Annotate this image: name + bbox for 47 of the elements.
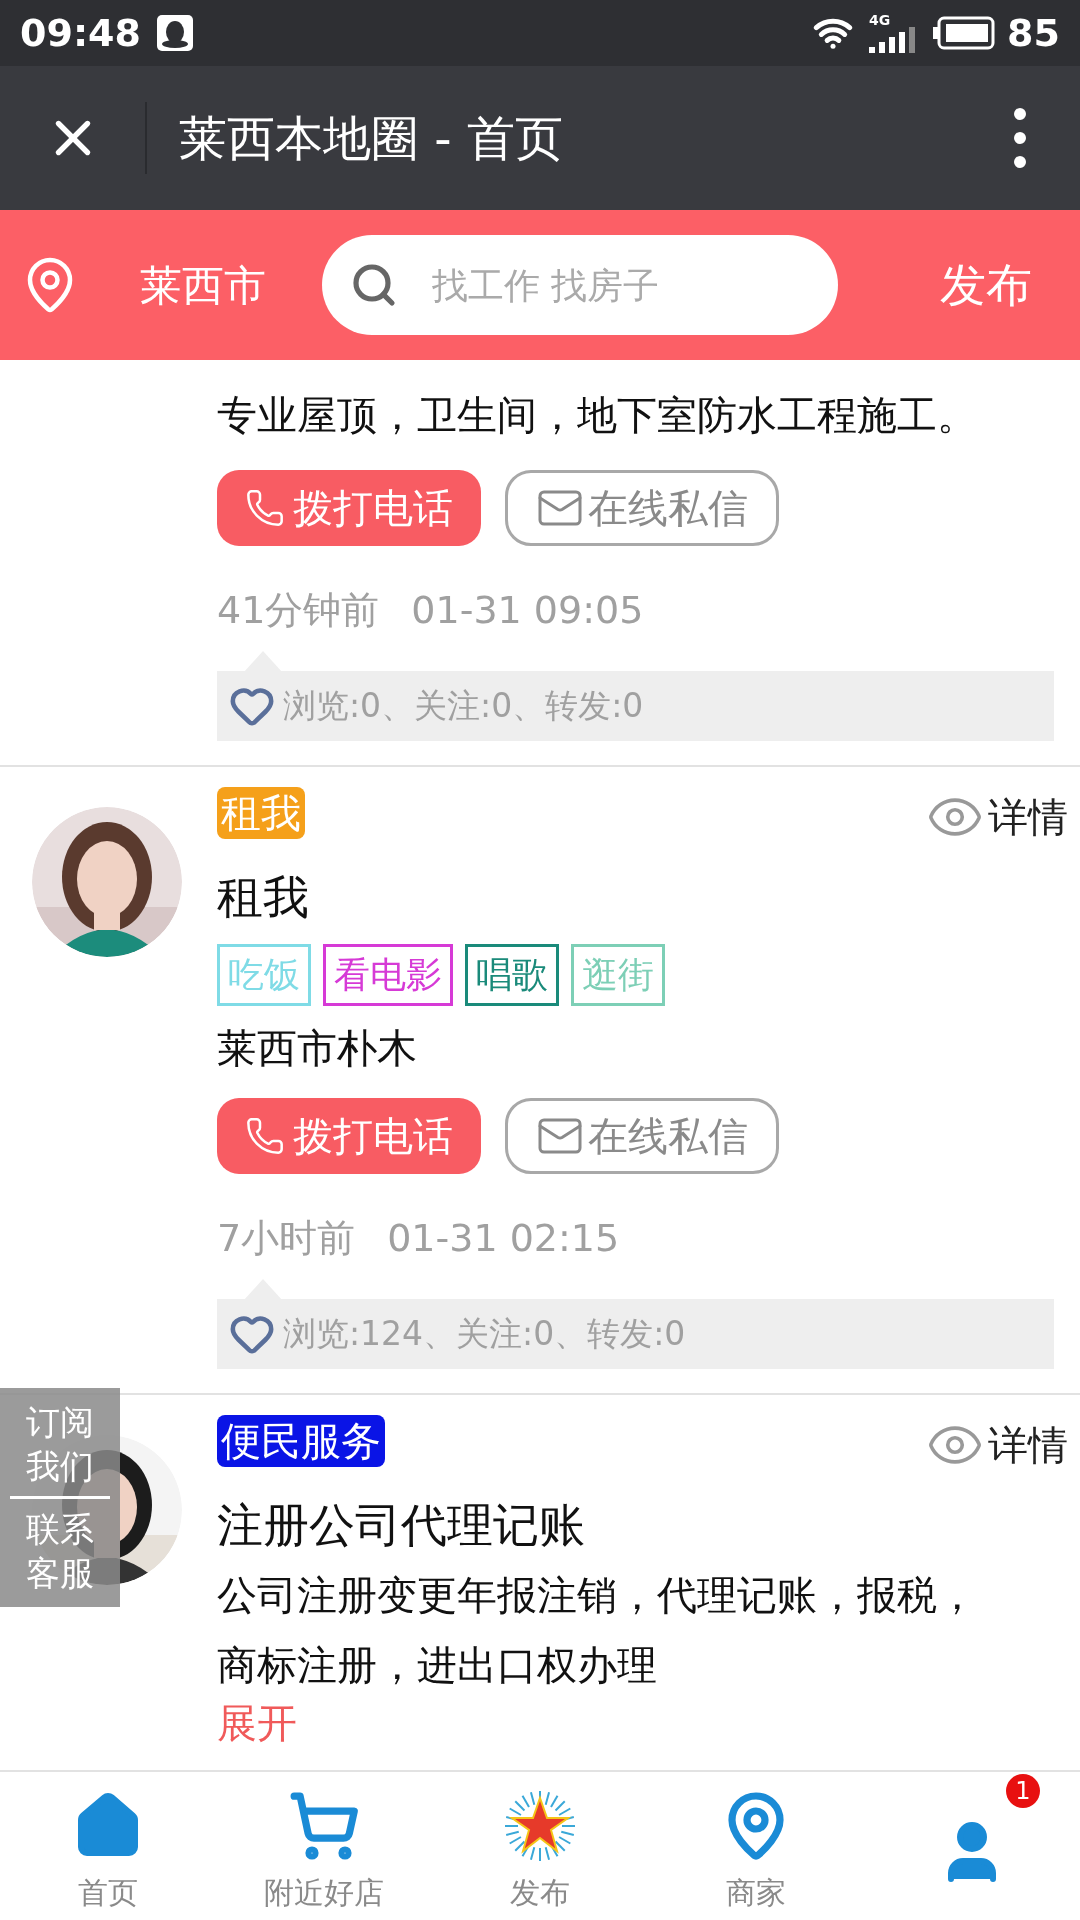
interest-tag: 唱歌 bbox=[465, 944, 559, 1006]
category-tag: 租我 bbox=[217, 787, 305, 839]
call-button[interactable]: 拨打电话 bbox=[217, 470, 481, 546]
post-date: 01-31 02:15 bbox=[387, 1215, 620, 1262]
post-age: 7小时前 bbox=[217, 1215, 356, 1262]
post-title: 注册公司代理记账 bbox=[217, 1497, 586, 1554]
notification-icon bbox=[156, 15, 193, 51]
phone-icon bbox=[245, 488, 285, 528]
post-age: 41分钟前 bbox=[217, 587, 380, 634]
phone-icon bbox=[245, 1116, 285, 1156]
city-selector[interactable]: 莱西市 bbox=[140, 253, 266, 317]
post-date: 01-31 09:05 bbox=[411, 587, 644, 634]
more-icon bbox=[1013, 107, 1027, 169]
contact-link[interactable]: 联系客服 bbox=[26, 1507, 94, 1595]
star-icon bbox=[504, 1789, 576, 1862]
nav-tab[interactable]: 附近好店 bbox=[216, 1772, 432, 1920]
post-description: 专业屋顶，卫生间，地下室防水工程施工。 bbox=[217, 391, 978, 440]
details-link[interactable]: 详情 bbox=[926, 787, 1068, 847]
post-description: 公司注册变更年报注销，代理记账，报税，商标注册，进出口权办理 bbox=[217, 1571, 978, 1690]
message-button[interactable]: 在线私信 bbox=[505, 1098, 779, 1174]
nav-tab[interactable]: 商家 bbox=[648, 1772, 864, 1920]
clock: 09:48 bbox=[20, 9, 141, 57]
call-button[interactable]: 拨打电话 bbox=[217, 1098, 481, 1174]
search-icon bbox=[350, 261, 398, 309]
network-type: 4G bbox=[869, 13, 891, 27]
details-link[interactable]: 详情 bbox=[926, 1415, 1068, 1475]
notification-badge: 1 bbox=[1006, 1774, 1040, 1808]
expand-link[interactable]: 展开 bbox=[217, 1700, 1080, 1746]
subscribe-link[interactable]: 订阅我们 bbox=[26, 1400, 94, 1488]
battery-level: 85 bbox=[1007, 9, 1060, 57]
interest-tag: 逛街 bbox=[571, 944, 665, 1006]
stats-text: 浏览:124、关注:0、转发:0 bbox=[283, 1313, 686, 1356]
nav-tab[interactable]: 1 bbox=[864, 1772, 1080, 1920]
signal-icon bbox=[869, 27, 918, 53]
nav-tab[interactable]: 发布 bbox=[432, 1772, 648, 1920]
stats-text: 浏览:0、关注:0、转发:0 bbox=[283, 685, 644, 728]
battery-icon bbox=[933, 16, 996, 50]
category-tag: 便民服务 bbox=[217, 1415, 385, 1467]
nav-tab[interactable]: 首页 bbox=[0, 1772, 216, 1920]
message-button[interactable]: 在线私信 bbox=[505, 470, 779, 546]
search-field[interactable]: 找工作 找房子 bbox=[322, 235, 838, 335]
post-title: 租我 bbox=[217, 869, 310, 926]
post-address: 莱西市朴木 bbox=[217, 1024, 418, 1073]
window-title: 莱西本地圈 - 首页 bbox=[179, 109, 564, 168]
publish-button[interactable]: 发布 bbox=[940, 250, 1032, 320]
interest-tag: 看电影 bbox=[323, 944, 453, 1006]
interest-tag: 吃饭 bbox=[217, 944, 311, 1006]
